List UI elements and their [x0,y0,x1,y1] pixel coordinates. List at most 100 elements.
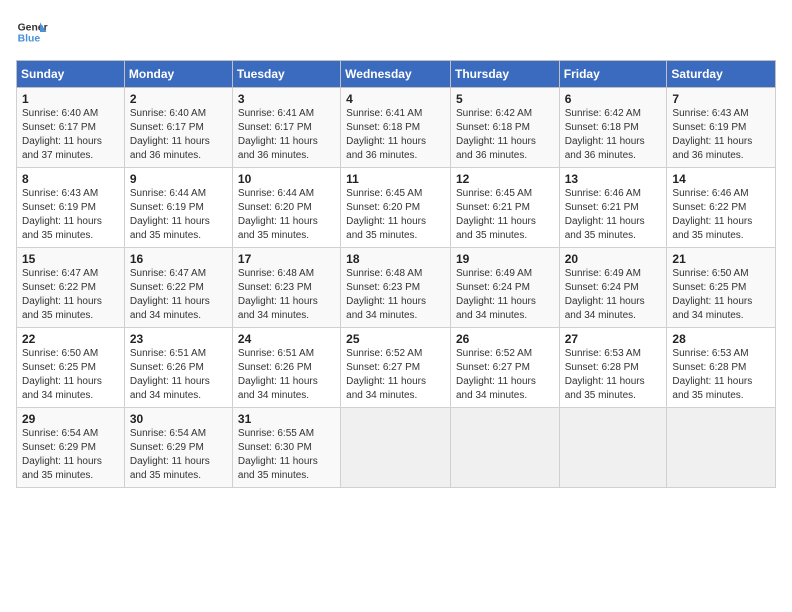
day-number: 18 [346,252,445,266]
day-of-week-header: Sunday [17,61,125,88]
day-info: Sunrise: 6:46 AM Sunset: 6:22 PM Dayligh… [672,187,770,243]
day-number: 27 [565,332,662,346]
calendar-day-cell: 31Sunrise: 6:55 AM Sunset: 6:30 PM Dayli… [232,408,340,488]
calendar-day-cell: 25Sunrise: 6:52 AM Sunset: 6:27 PM Dayli… [341,328,451,408]
calendar-day-cell: 30Sunrise: 6:54 AM Sunset: 6:29 PM Dayli… [124,408,232,488]
day-number: 8 [22,172,119,186]
day-info: Sunrise: 6:40 AM Sunset: 6:17 PM Dayligh… [22,107,119,163]
day-number: 9 [130,172,227,186]
day-number: 19 [456,252,554,266]
day-info: Sunrise: 6:50 AM Sunset: 6:25 PM Dayligh… [22,347,119,403]
calendar-week-row: 1Sunrise: 6:40 AM Sunset: 6:17 PM Daylig… [17,88,776,168]
calendar-day-cell: 19Sunrise: 6:49 AM Sunset: 6:24 PM Dayli… [450,248,559,328]
day-number: 26 [456,332,554,346]
calendar-day-cell: 4Sunrise: 6:41 AM Sunset: 6:18 PM Daylig… [341,88,451,168]
day-number: 5 [456,92,554,106]
day-number: 29 [22,412,119,426]
day-number: 28 [672,332,770,346]
day-info: Sunrise: 6:48 AM Sunset: 6:23 PM Dayligh… [238,267,335,323]
day-info: Sunrise: 6:41 AM Sunset: 6:18 PM Dayligh… [346,107,445,163]
day-number: 21 [672,252,770,266]
day-of-week-header: Monday [124,61,232,88]
day-info: Sunrise: 6:41 AM Sunset: 6:17 PM Dayligh… [238,107,335,163]
calendar-day-cell: 1Sunrise: 6:40 AM Sunset: 6:17 PM Daylig… [17,88,125,168]
calendar-day-cell: 13Sunrise: 6:46 AM Sunset: 6:21 PM Dayli… [559,168,667,248]
day-info: Sunrise: 6:47 AM Sunset: 6:22 PM Dayligh… [130,267,227,323]
day-info: Sunrise: 6:52 AM Sunset: 6:27 PM Dayligh… [456,347,554,403]
day-number: 17 [238,252,335,266]
calendar-day-cell: 26Sunrise: 6:52 AM Sunset: 6:27 PM Dayli… [450,328,559,408]
calendar-day-cell: 29Sunrise: 6:54 AM Sunset: 6:29 PM Dayli… [17,408,125,488]
calendar-day-cell: 3Sunrise: 6:41 AM Sunset: 6:17 PM Daylig… [232,88,340,168]
day-info: Sunrise: 6:43 AM Sunset: 6:19 PM Dayligh… [672,107,770,163]
day-info: Sunrise: 6:51 AM Sunset: 6:26 PM Dayligh… [238,347,335,403]
day-info: Sunrise: 6:55 AM Sunset: 6:30 PM Dayligh… [238,427,335,483]
day-number: 1 [22,92,119,106]
calendar-day-cell [341,408,451,488]
day-info: Sunrise: 6:44 AM Sunset: 6:20 PM Dayligh… [238,187,335,243]
day-number: 7 [672,92,770,106]
day-number: 15 [22,252,119,266]
calendar-day-cell: 16Sunrise: 6:47 AM Sunset: 6:22 PM Dayli… [124,248,232,328]
calendar-week-row: 22Sunrise: 6:50 AM Sunset: 6:25 PM Dayli… [17,328,776,408]
day-info: Sunrise: 6:43 AM Sunset: 6:19 PM Dayligh… [22,187,119,243]
day-info: Sunrise: 6:45 AM Sunset: 6:21 PM Dayligh… [456,187,554,243]
day-number: 13 [565,172,662,186]
day-info: Sunrise: 6:51 AM Sunset: 6:26 PM Dayligh… [130,347,227,403]
calendar-week-row: 29Sunrise: 6:54 AM Sunset: 6:29 PM Dayli… [17,408,776,488]
calendar-day-cell: 27Sunrise: 6:53 AM Sunset: 6:28 PM Dayli… [559,328,667,408]
calendar-day-cell: 2Sunrise: 6:40 AM Sunset: 6:17 PM Daylig… [124,88,232,168]
day-number: 22 [22,332,119,346]
calendar-day-cell: 21Sunrise: 6:50 AM Sunset: 6:25 PM Dayli… [667,248,776,328]
day-info: Sunrise: 6:53 AM Sunset: 6:28 PM Dayligh… [565,347,662,403]
day-info: Sunrise: 6:54 AM Sunset: 6:29 PM Dayligh… [22,427,119,483]
day-number: 25 [346,332,445,346]
day-number: 20 [565,252,662,266]
calendar-day-cell: 7Sunrise: 6:43 AM Sunset: 6:19 PM Daylig… [667,88,776,168]
day-number: 12 [456,172,554,186]
day-info: Sunrise: 6:50 AM Sunset: 6:25 PM Dayligh… [672,267,770,323]
calendar-day-cell: 18Sunrise: 6:48 AM Sunset: 6:23 PM Dayli… [341,248,451,328]
day-of-week-header: Saturday [667,61,776,88]
day-number: 2 [130,92,227,106]
calendar-day-cell: 24Sunrise: 6:51 AM Sunset: 6:26 PM Dayli… [232,328,340,408]
svg-text:Blue: Blue [18,34,41,45]
calendar-day-cell: 20Sunrise: 6:49 AM Sunset: 6:24 PM Dayli… [559,248,667,328]
page-header: General Blue [16,16,776,48]
calendar-day-cell: 23Sunrise: 6:51 AM Sunset: 6:26 PM Dayli… [124,328,232,408]
day-info: Sunrise: 6:54 AM Sunset: 6:29 PM Dayligh… [130,427,227,483]
calendar-week-row: 8Sunrise: 6:43 AM Sunset: 6:19 PM Daylig… [17,168,776,248]
day-info: Sunrise: 6:49 AM Sunset: 6:24 PM Dayligh… [456,267,554,323]
day-of-week-header: Friday [559,61,667,88]
calendar-day-cell: 12Sunrise: 6:45 AM Sunset: 6:21 PM Dayli… [450,168,559,248]
logo-icon: General Blue [16,16,48,48]
calendar-day-cell [667,408,776,488]
day-number: 6 [565,92,662,106]
day-info: Sunrise: 6:46 AM Sunset: 6:21 PM Dayligh… [565,187,662,243]
day-number: 10 [238,172,335,186]
day-info: Sunrise: 6:48 AM Sunset: 6:23 PM Dayligh… [346,267,445,323]
calendar-day-cell: 11Sunrise: 6:45 AM Sunset: 6:20 PM Dayli… [341,168,451,248]
day-info: Sunrise: 6:52 AM Sunset: 6:27 PM Dayligh… [346,347,445,403]
day-of-week-header: Tuesday [232,61,340,88]
day-info: Sunrise: 6:42 AM Sunset: 6:18 PM Dayligh… [456,107,554,163]
calendar-table: SundayMondayTuesdayWednesdayThursdayFrid… [16,60,776,488]
day-number: 23 [130,332,227,346]
calendar-day-cell: 28Sunrise: 6:53 AM Sunset: 6:28 PM Dayli… [667,328,776,408]
day-info: Sunrise: 6:47 AM Sunset: 6:22 PM Dayligh… [22,267,119,323]
day-number: 31 [238,412,335,426]
day-number: 14 [672,172,770,186]
day-info: Sunrise: 6:49 AM Sunset: 6:24 PM Dayligh… [565,267,662,323]
calendar-day-cell: 15Sunrise: 6:47 AM Sunset: 6:22 PM Dayli… [17,248,125,328]
logo: General Blue [16,16,52,48]
calendar-day-cell: 22Sunrise: 6:50 AM Sunset: 6:25 PM Dayli… [17,328,125,408]
day-number: 11 [346,172,445,186]
day-number: 30 [130,412,227,426]
day-info: Sunrise: 6:45 AM Sunset: 6:20 PM Dayligh… [346,187,445,243]
calendar-day-cell: 8Sunrise: 6:43 AM Sunset: 6:19 PM Daylig… [17,168,125,248]
calendar-day-cell: 10Sunrise: 6:44 AM Sunset: 6:20 PM Dayli… [232,168,340,248]
calendar-day-cell: 17Sunrise: 6:48 AM Sunset: 6:23 PM Dayli… [232,248,340,328]
day-number: 3 [238,92,335,106]
calendar-day-cell: 9Sunrise: 6:44 AM Sunset: 6:19 PM Daylig… [124,168,232,248]
day-info: Sunrise: 6:53 AM Sunset: 6:28 PM Dayligh… [672,347,770,403]
